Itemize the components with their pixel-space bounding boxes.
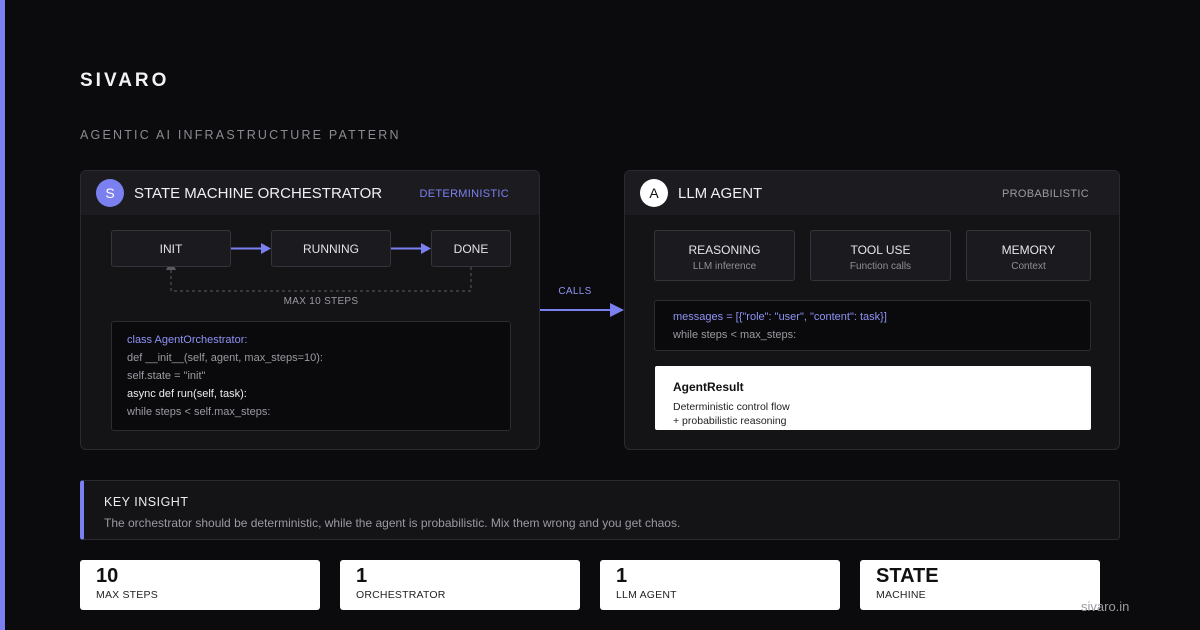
agent-panel: A LLM AGENT PROBABILISTIC REASONING LLM … xyxy=(624,170,1120,450)
agent-panel-header: A LLM AGENT PROBABILISTIC xyxy=(625,171,1119,215)
brand-logo: SIVARO xyxy=(80,70,170,91)
footer-url[interactable]: sivaro.in xyxy=(1081,599,1129,614)
orchestrator-panel: S STATE MACHINE ORCHESTRATOR DETERMINIST… xyxy=(80,170,540,450)
stat-value: 10 xyxy=(96,565,119,587)
agent-result-card: AgentResult Deterministic control flow +… xyxy=(655,366,1091,430)
key-insight-callout: KEY INSIGHT The orchestrator should be d… xyxy=(80,480,1120,540)
feature-tool-use: TOOL USE Function calls xyxy=(810,230,951,281)
state-done: DONE xyxy=(431,230,511,267)
page-subtitle: AGENTIC AI INFRASTRUCTURE PATTERN xyxy=(80,128,401,142)
feature-label: REASONING xyxy=(688,243,761,257)
state-init: INIT xyxy=(111,230,231,267)
stat-label: MACHINE xyxy=(876,589,926,601)
feature-label: MEMORY xyxy=(1001,243,1056,257)
code-line: async def run(self, task): xyxy=(127,388,247,400)
feature-sub: LLM inference xyxy=(692,261,757,272)
agent-badge-icon: A xyxy=(640,179,668,207)
insight-title: KEY INSIGHT xyxy=(104,495,189,509)
feature-reasoning: REASONING LLM inference xyxy=(654,230,795,281)
stat-card: 1 ORCHESTRATOR xyxy=(340,560,580,610)
result-title: AgentResult xyxy=(673,380,744,394)
stat-card: STATE MACHINE xyxy=(860,560,1100,610)
result-line: Deterministic control flow xyxy=(673,401,790,413)
stat-label: MAX STEPS xyxy=(96,589,158,601)
feature-sub: Function calls xyxy=(849,261,912,272)
stat-value: STATE xyxy=(876,565,939,587)
accent-bar xyxy=(0,0,5,630)
agent-code-block: messages = [{"role": "user", "content": … xyxy=(654,300,1091,351)
orchestrator-code-block: class AgentOrchestrator: def __init__(se… xyxy=(111,321,511,431)
stat-card: 10 MAX STEPS xyxy=(80,560,320,610)
result-line: + probabilistic reasoning xyxy=(673,415,787,427)
code-line: self.state = "init" xyxy=(127,370,206,382)
calls-arrow xyxy=(540,303,624,317)
feature-label: TOOL USE xyxy=(850,243,911,257)
stat-card: 1 LLM AGENT xyxy=(600,560,840,610)
stat-value: 1 xyxy=(616,565,628,587)
stat-label: ORCHESTRATOR xyxy=(356,589,446,601)
agent-tag: PROBABILISTIC xyxy=(1001,188,1089,200)
state-running: RUNNING xyxy=(271,230,391,267)
feature-memory: MEMORY Context xyxy=(966,230,1091,281)
connector-label: CALLS xyxy=(558,286,592,297)
code-line: messages = [{"role": "user", "content": … xyxy=(673,311,887,323)
code-line: while steps < max_steps: xyxy=(673,329,797,341)
stat-value: 1 xyxy=(356,565,368,587)
stat-label: LLM AGENT xyxy=(616,589,677,601)
code-line: class AgentOrchestrator: xyxy=(127,334,248,346)
insight-text: The orchestrator should be deterministic… xyxy=(104,516,681,530)
code-line: while steps < self.max_steps: xyxy=(127,406,271,418)
loop-label: MAX 10 STEPS xyxy=(283,296,359,307)
feature-sub: Context xyxy=(1011,261,1046,272)
code-line: def __init__(self, agent, max_steps=10): xyxy=(127,352,323,364)
agent-title: LLM AGENT xyxy=(678,185,763,202)
